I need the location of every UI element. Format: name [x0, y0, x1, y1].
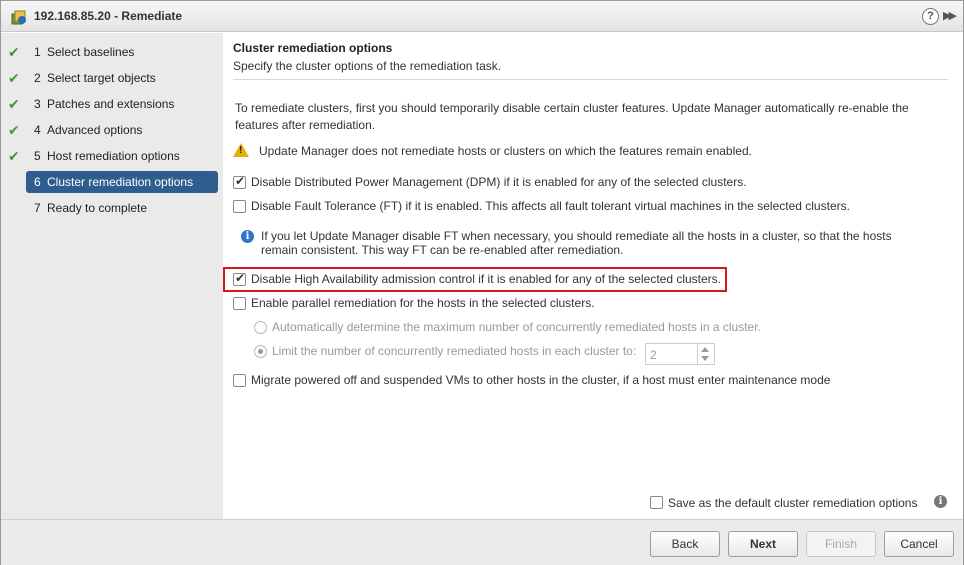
check-icon: ✔ — [8, 96, 20, 112]
check-icon: ✔ — [8, 148, 20, 164]
step-number: 1 — [34, 45, 41, 59]
ft-info-line1: If you let Update Manager disable FT whe… — [261, 229, 892, 243]
step-number: 4 — [34, 123, 41, 137]
stepper-arrows[interactable] — [697, 344, 714, 364]
limit-hosts-radio[interactable] — [254, 345, 267, 358]
step-label: Cluster remediation options — [47, 175, 194, 189]
limit-hosts-label[interactable]: Limit the number of concurrently remedia… — [272, 344, 636, 358]
dialog-title: 192.168.85.20 - Remediate — [34, 9, 183, 23]
step-label: Ready to complete — [47, 201, 148, 215]
dpm-label[interactable]: Disable Distributed Power Management (DP… — [251, 175, 747, 189]
warning-text: Update Manager does not remediate hosts … — [259, 144, 752, 158]
step-label: Host remediation options — [47, 149, 180, 163]
vcenter-update-icon — [11, 10, 26, 25]
intro-text-line1: To remediate clusters, first you should … — [235, 101, 909, 115]
ft-checkbox[interactable] — [233, 200, 246, 213]
cancel-button[interactable]: Cancel — [884, 531, 954, 557]
limit-hosts-stepper[interactable]: 2 — [645, 343, 715, 365]
check-icon: ✔ — [8, 70, 20, 86]
finish-button[interactable]: Finish — [806, 531, 876, 557]
step-number: 6 — [34, 175, 41, 189]
step-select-target-objects[interactable]: ✔ 2 Select target objects — [8, 67, 218, 89]
limit-hosts-value[interactable]: 2 — [650, 348, 657, 362]
back-button[interactable]: Back — [650, 531, 720, 557]
intro-text-line2: features after remediation. — [235, 118, 376, 132]
ft-info-line2: remain consistent. This way FT can be re… — [261, 243, 624, 257]
migrate-vms-label[interactable]: Migrate powered off and suspended VMs to… — [251, 373, 830, 387]
step-advanced-options[interactable]: ✔ 4 Advanced options — [8, 119, 218, 141]
step-number: 2 — [34, 71, 41, 85]
step-label: Advanced options — [47, 123, 143, 137]
step-number: 5 — [34, 149, 41, 163]
stepper-up-icon[interactable] — [701, 347, 709, 352]
page-title: Cluster remediation options — [233, 41, 393, 55]
save-default-checkbox[interactable] — [650, 496, 663, 509]
ha-admission-control-checkbox[interactable] — [233, 271, 246, 286]
next-button[interactable]: Next — [728, 531, 798, 557]
wizard-steps-sidebar: ✔ 1 Select baselines ✔ 2 Select target o… — [1, 33, 223, 519]
title-bar[interactable]: 192.168.85.20 - Remediate ? ▶▶ — [1, 1, 963, 32]
info-icon: i — [241, 230, 254, 243]
save-default-label[interactable]: Save as the default cluster remediation … — [668, 496, 917, 510]
step-host-remediation-options[interactable]: ✔ 5 Host remediation options — [8, 145, 218, 167]
step-number: 3 — [34, 97, 41, 111]
button-bar: Back Next Finish Cancel — [1, 519, 963, 565]
check-icon: ✔ — [8, 122, 20, 138]
ft-label[interactable]: Disable Fault Tolerance (FT) if it is en… — [251, 199, 850, 213]
remediate-dialog: 192.168.85.20 - Remediate ? ▶▶ ✔ 1 Selec… — [0, 0, 964, 565]
step-select-baselines[interactable]: ✔ 1 Select baselines — [8, 41, 218, 63]
step-cluster-remediation-options[interactable]: 6 Cluster remediation options — [26, 171, 218, 193]
header-divider — [233, 79, 948, 80]
stepper-down-icon[interactable] — [701, 356, 709, 361]
page-subtitle: Specify the cluster options of the remed… — [233, 59, 502, 73]
step-label: Select baselines — [47, 45, 135, 59]
step-ready-to-complete[interactable]: 7 Ready to complete — [26, 197, 218, 219]
check-icon: ✔ — [8, 44, 20, 60]
expand-icon[interactable]: ▶▶ — [943, 9, 957, 22]
auto-determine-radio[interactable] — [254, 321, 267, 334]
migrate-vms-checkbox[interactable] — [233, 374, 246, 387]
content-panel: Cluster remediation options Specify the … — [223, 33, 963, 519]
warning-icon — [233, 143, 249, 157]
save-default-info-icon[interactable]: i — [934, 495, 947, 508]
dpm-checkbox[interactable] — [233, 174, 246, 189]
auto-determine-label[interactable]: Automatically determine the maximum numb… — [272, 320, 761, 334]
step-label: Patches and extensions — [47, 97, 175, 111]
help-icon[interactable]: ? — [922, 8, 939, 25]
step-label: Select target objects — [47, 71, 156, 85]
parallel-remediation-label[interactable]: Enable parallel remediation for the host… — [251, 296, 595, 310]
step-number: 7 — [34, 201, 41, 215]
ha-admission-control-label[interactable]: Disable High Availability admission cont… — [251, 272, 721, 286]
parallel-remediation-checkbox[interactable] — [233, 297, 246, 310]
step-patches-and-extensions[interactable]: ✔ 3 Patches and extensions — [8, 93, 218, 115]
